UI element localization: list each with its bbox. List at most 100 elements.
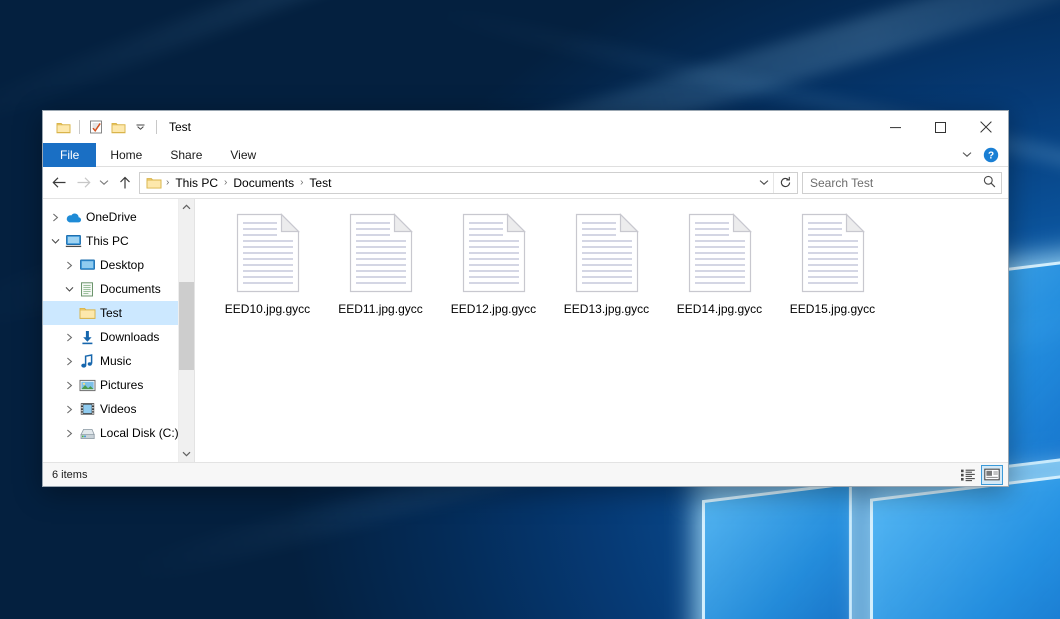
sidebar-item-desktop[interactable]: Desktop bbox=[43, 253, 194, 277]
help-icon[interactable]: ? bbox=[980, 144, 1002, 166]
breadcrumb-item-this-pc[interactable]: This PC bbox=[171, 176, 222, 190]
desktop-icon bbox=[77, 253, 97, 277]
ribbon-tab-bar: File Home Share View ? bbox=[43, 143, 1008, 167]
tab-home[interactable]: Home bbox=[96, 143, 156, 167]
file-list-view[interactable]: EED10.jpg.gycc bbox=[194, 199, 1008, 462]
close-button[interactable] bbox=[963, 111, 1008, 143]
breadcrumb: › This PC › Documents › Test bbox=[144, 176, 754, 190]
toolbar-separator bbox=[79, 120, 80, 134]
breadcrumb-separator: › bbox=[222, 177, 229, 188]
sidebar-item-label: Documents bbox=[97, 282, 161, 296]
sidebar-item-label: Downloads bbox=[97, 330, 159, 344]
scrollbar-track[interactable] bbox=[179, 215, 195, 446]
status-bar: 6 items bbox=[43, 462, 1008, 486]
chevron-right-icon[interactable] bbox=[47, 205, 63, 229]
file-name-label: EED12.jpg.gycc bbox=[451, 302, 536, 316]
up-button[interactable] bbox=[113, 171, 137, 195]
svg-text:?: ? bbox=[988, 150, 994, 161]
file-item[interactable]: EED12.jpg.gycc bbox=[437, 211, 550, 316]
sidebar-item-music[interactable]: Music bbox=[43, 349, 194, 373]
pictures-icon bbox=[77, 373, 97, 397]
file-item[interactable]: EED11.jpg.gycc bbox=[324, 211, 437, 316]
chevron-down-icon[interactable] bbox=[61, 277, 77, 301]
tab-file[interactable]: File bbox=[43, 143, 96, 167]
navigation-pane-scrollbar[interactable] bbox=[178, 199, 194, 462]
generic-file-icon bbox=[462, 213, 526, 293]
file-name-label: EED15.jpg.gycc bbox=[790, 302, 875, 316]
back-button[interactable] bbox=[47, 171, 71, 195]
file-grid: EED10.jpg.gycc bbox=[211, 211, 1008, 316]
breadcrumb-item-documents[interactable]: Documents bbox=[229, 176, 298, 190]
details-view-button[interactable] bbox=[957, 465, 979, 485]
view-mode-buttons bbox=[957, 465, 1003, 485]
refresh-icon[interactable] bbox=[773, 172, 797, 194]
window-title: Test bbox=[169, 120, 191, 134]
breadcrumb-folder-icon[interactable] bbox=[144, 176, 164, 190]
chevron-right-icon[interactable] bbox=[61, 253, 77, 277]
file-item[interactable]: EED15.jpg.gycc bbox=[776, 211, 889, 316]
sidebar-item-downloads[interactable]: Downloads bbox=[43, 325, 194, 349]
logo-pane bbox=[702, 482, 852, 619]
sidebar-item-label: This PC bbox=[83, 234, 129, 248]
scrollbar-thumb[interactable] bbox=[179, 282, 195, 370]
folder-tree: OneDrive This PC bbox=[43, 199, 194, 445]
folder-icon[interactable] bbox=[52, 116, 74, 138]
sidebar-item-videos[interactable]: Videos bbox=[43, 397, 194, 421]
chevron-right-icon[interactable] bbox=[61, 325, 77, 349]
file-name-label: EED10.jpg.gycc bbox=[225, 302, 310, 316]
downloads-icon bbox=[77, 325, 97, 349]
new-folder-icon[interactable] bbox=[107, 116, 129, 138]
sidebar-item-this-pc[interactable]: This PC bbox=[43, 229, 194, 253]
sidebar-item-local-disk-c[interactable]: Local Disk (C:) bbox=[43, 421, 194, 445]
file-item[interactable]: EED14.jpg.gycc bbox=[663, 211, 776, 316]
search-input[interactable]: Search Test bbox=[810, 176, 983, 190]
address-breadcrumb-bar[interactable]: › This PC › Documents › Test bbox=[139, 172, 798, 194]
chevron-down-icon[interactable] bbox=[47, 229, 63, 253]
folder-icon bbox=[77, 301, 97, 325]
chevron-right-icon[interactable] bbox=[61, 397, 77, 421]
search-box[interactable]: Search Test bbox=[802, 172, 1002, 194]
forward-button[interactable] bbox=[71, 171, 95, 195]
file-name-label: EED13.jpg.gycc bbox=[564, 302, 649, 316]
properties-icon[interactable] bbox=[85, 116, 107, 138]
file-name-label: EED14.jpg.gycc bbox=[677, 302, 762, 316]
recent-locations-chevron-down-icon[interactable] bbox=[95, 171, 113, 195]
breadcrumb-item-test[interactable]: Test bbox=[305, 176, 335, 190]
search-icon[interactable] bbox=[983, 175, 996, 191]
sidebar-item-onedrive[interactable]: OneDrive bbox=[43, 205, 194, 229]
tab-share[interactable]: Share bbox=[156, 143, 216, 167]
scroll-up-arrow-icon[interactable] bbox=[179, 199, 195, 215]
chevron-right-icon[interactable] bbox=[61, 421, 77, 445]
customize-chevron-down-icon[interactable] bbox=[129, 116, 151, 138]
tab-view[interactable]: View bbox=[216, 143, 270, 167]
expand-ribbon-chevron-down-icon[interactable] bbox=[956, 144, 978, 166]
file-item[interactable]: EED10.jpg.gycc bbox=[211, 211, 324, 316]
ribbon-spacer bbox=[270, 143, 956, 166]
music-icon bbox=[77, 349, 97, 373]
file-item[interactable]: EED13.jpg.gycc bbox=[550, 211, 663, 316]
documents-icon bbox=[77, 277, 97, 301]
scroll-down-arrow-icon[interactable] bbox=[179, 446, 195, 462]
sidebar-item-pictures[interactable]: Pictures bbox=[43, 373, 194, 397]
chevron-right-icon[interactable] bbox=[61, 349, 77, 373]
chevron-right-icon[interactable] bbox=[61, 373, 77, 397]
sidebar-item-documents[interactable]: Documents bbox=[43, 277, 194, 301]
explorer-body: OneDrive This PC bbox=[43, 198, 1008, 462]
sidebar-item-test[interactable]: Test bbox=[43, 301, 194, 325]
sidebar-item-label: Music bbox=[97, 354, 131, 368]
generic-file-icon bbox=[688, 213, 752, 293]
item-count-label: 6 items bbox=[52, 469, 87, 481]
videos-icon bbox=[77, 397, 97, 421]
breadcrumb-separator: › bbox=[164, 177, 171, 188]
large-icons-view-button[interactable] bbox=[981, 465, 1003, 485]
address-dropdown-chevron-down-icon[interactable] bbox=[754, 173, 773, 193]
minimize-button[interactable] bbox=[873, 111, 918, 143]
generic-file-icon bbox=[801, 213, 865, 293]
quick-access-toolbar: Test bbox=[43, 111, 191, 143]
maximize-button[interactable] bbox=[918, 111, 963, 143]
thispc-icon bbox=[63, 229, 83, 253]
sidebar-item-label: Desktop bbox=[97, 258, 144, 272]
desktop: Test File Home Share View bbox=[0, 0, 1060, 619]
file-explorer-window: Test File Home Share View bbox=[42, 110, 1009, 487]
harddisk-icon bbox=[77, 421, 97, 445]
